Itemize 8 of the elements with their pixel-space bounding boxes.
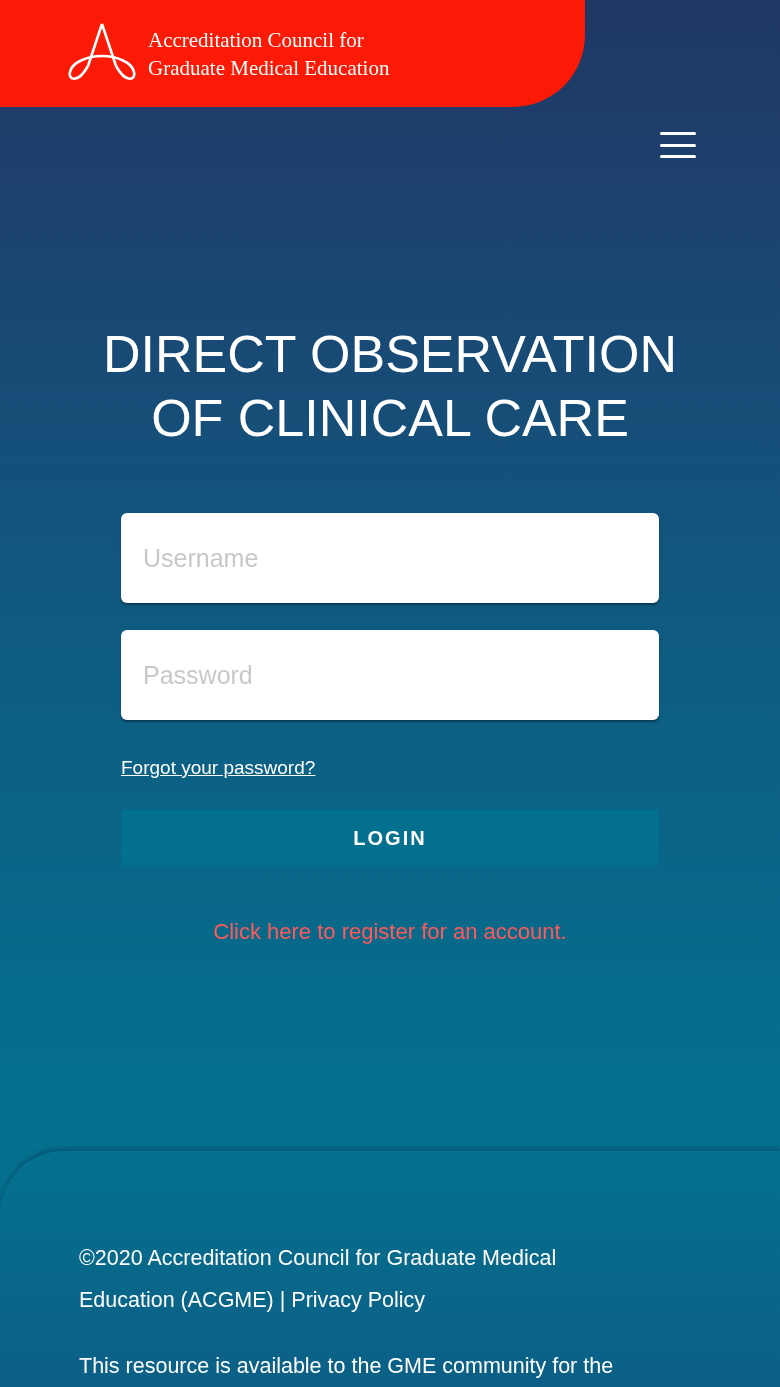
page-title: DIRECT OBSERVATION OF CLINICAL CARE	[102, 324, 678, 449]
privacy-policy-link[interactable]: Privacy Policy	[291, 1288, 426, 1312]
menu-icon[interactable]	[660, 132, 696, 158]
organization-name: Accreditation Council for Graduate Medical Education	[148, 26, 390, 82]
copyright-text: ©2020 Accreditation Council for Graduate Medical Education (ACGME) | Privacy Policy	[79, 1245, 558, 1314]
forgot-password-link[interactable]: Forgot your password?	[121, 757, 316, 779]
login-button[interactable]: LOGIN	[121, 809, 659, 867]
resource-notice: This resource is available to the GME community for the	[79, 1353, 615, 1380]
